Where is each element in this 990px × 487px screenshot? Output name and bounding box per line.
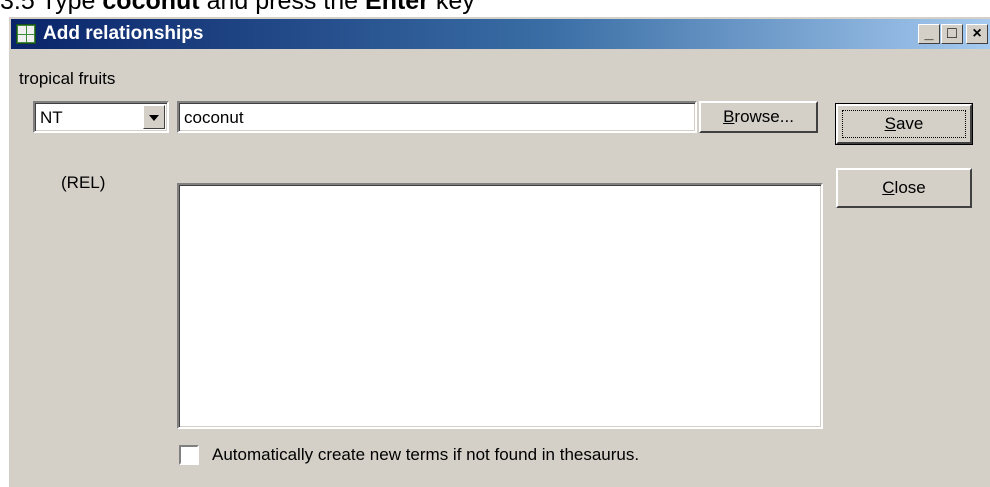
maximize-icon: □	[947, 25, 957, 42]
browse-button[interactable]: Browse...	[699, 101, 818, 133]
rel-label: (REL)	[61, 173, 106, 192]
close-window-button[interactable]: ×	[966, 24, 988, 44]
window-title: Add relationships	[43, 23, 204, 44]
auto-create-checkbox[interactable]	[179, 445, 199, 465]
title-bar[interactable]: Add relationships _ □ ×	[11, 19, 990, 49]
close-button[interactable]: Close	[836, 168, 972, 208]
term-label: tropical fruits	[19, 69, 116, 88]
term-input[interactable]: coconut	[177, 101, 697, 133]
close-button-label: Close	[882, 178, 926, 197]
instruction-caption: 3.5 Type coconut and press the Enter key	[0, 0, 475, 15]
relationships-list[interactable]	[177, 183, 823, 429]
minimize-button[interactable]: _	[918, 24, 940, 44]
chevron-down-icon[interactable]	[143, 105, 165, 129]
close-icon: ×	[972, 25, 982, 42]
minimize-icon: _	[924, 25, 934, 42]
term-input-value: coconut	[184, 108, 244, 127]
save-button-label: Save	[884, 114, 924, 133]
relation-type-value: NT	[40, 108, 63, 127]
app-icon[interactable]	[16, 24, 36, 44]
auto-create-label: Automatically create new terms if not fo…	[212, 445, 640, 464]
relation-type-select[interactable]: NT	[33, 101, 169, 133]
maximize-button[interactable]: □	[941, 24, 963, 44]
add-relationships-dialog: Add relationships _ □ × tropical fruits …	[8, 16, 990, 487]
browse-button-label: Browse...	[723, 107, 794, 126]
save-button[interactable]: Save	[835, 103, 973, 145]
